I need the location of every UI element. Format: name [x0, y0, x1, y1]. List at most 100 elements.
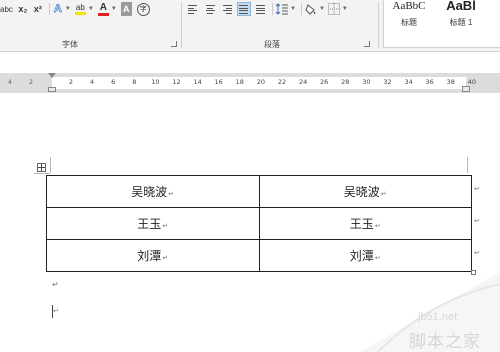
table-cell[interactable]: 刘潭↵ — [258, 239, 472, 272]
superscript-button[interactable]: x² — [33, 2, 43, 16]
chevron-down-icon[interactable]: ▼ — [319, 6, 325, 12]
highlight-button[interactable]: ab — [74, 2, 86, 16]
chevron-down-icon[interactable]: ▼ — [88, 6, 94, 12]
horizontal-ruler[interactable]: 4 2 2 4 6 8 10 12 14 16 18 20 22 24 26 28 30 32 34 36 38 40 — [0, 73, 500, 93]
paragraph-group-row: ▼ ▼ ▼ — [186, 2, 348, 16]
ruler-tick: 2 — [68, 78, 74, 86]
line-spacing-button[interactable] — [276, 2, 288, 16]
cell-text: 吴晓波 — [131, 185, 168, 199]
paragraph-group-label: 段落 — [264, 40, 280, 49]
font-color-button[interactable]: A — [97, 1, 109, 16]
table-row: 吴晓波↵ 吴晓波↵ — [46, 175, 472, 208]
crop-mark — [467, 157, 468, 173]
align-center-button[interactable] — [203, 2, 217, 16]
paragraph-mark: ↵ — [162, 254, 169, 262]
font-color-icon: A — [99, 1, 107, 13]
distributed-button[interactable] — [254, 2, 268, 16]
table-cell[interactable]: 吴晓波↵ — [258, 175, 472, 208]
table-row: 刘潭↵ 刘潭↵ — [46, 239, 472, 272]
ruler-tick: 36 — [425, 78, 434, 86]
text-effects-button[interactable]: A — [53, 2, 63, 16]
table-cell[interactable]: 王玉↵ — [258, 207, 472, 240]
enclose-char-button[interactable]: 字 — [136, 2, 150, 16]
cell-text: 吴晓波 — [343, 185, 380, 199]
divider — [48, 3, 50, 15]
ruler-tick: 34 — [404, 78, 413, 86]
style-name: 标题 — [401, 18, 417, 27]
highlight-color-bar — [74, 12, 86, 15]
ruler-tick: 4 — [7, 78, 13, 86]
font-color-bar — [97, 12, 109, 16]
justify-button[interactable] — [237, 2, 251, 16]
ruler-tick: 2 — [28, 78, 34, 86]
ruler-tick: 4 — [90, 78, 95, 86]
right-indent-marker[interactable] — [462, 86, 470, 92]
paragraph-mark: ↵ — [53, 308, 59, 315]
document-page[interactable]: 吴晓波↵ 吴晓波↵ 王玉↵ 王玉↵ 刘潭↵ 刘潭↵ ↵ ↵ ↵ ↵ ↵ — [0, 93, 500, 352]
table-move-handle[interactable] — [37, 163, 46, 172]
table-cell[interactable]: 王玉↵ — [46, 207, 260, 240]
chevron-down-icon[interactable]: ▼ — [65, 6, 71, 12]
align-right-button[interactable] — [220, 2, 234, 16]
borders-button[interactable] — [327, 2, 340, 16]
paragraph-mark: ↵ — [374, 222, 381, 230]
ruler-tick: 40 — [467, 78, 477, 86]
ruler-tick: 12 — [172, 78, 181, 86]
ruler-tick: 8 — [132, 78, 137, 86]
left-indent-marker[interactable] — [48, 87, 56, 92]
text-effects-icon: A — [53, 3, 63, 16]
font-group-label: 字体 — [62, 40, 78, 49]
row-end-mark: ↵ — [474, 186, 480, 193]
style-heading-1[interactable]: AaBl 标题 1 — [436, 0, 486, 46]
cell-text: 王玉 — [137, 217, 162, 231]
table-row: 王玉↵ 王玉↵ — [46, 207, 472, 240]
highlight-icon: ab — [75, 3, 85, 12]
ruler-tick: 38 — [446, 78, 455, 86]
chevron-down-icon[interactable]: ▼ — [111, 6, 117, 12]
paragraph-mark: ↵ — [52, 280, 59, 289]
ribbon: abc x₂ x² A ▼ ab ▼ A ▼ A 字 字体 ▼ ▼ ▼ 段落 A… — [0, 0, 500, 52]
ruler-tick: 18 — [235, 78, 244, 86]
paragraph-dialog-launcher[interactable] — [364, 41, 370, 47]
divider — [272, 3, 273, 15]
line-spacing-icon — [276, 3, 288, 15]
align-left-button[interactable] — [186, 2, 200, 16]
paragraph-mark: ↵ — [162, 222, 169, 230]
table-resize-handle[interactable] — [471, 270, 476, 275]
document-table[interactable]: 吴晓波↵ 吴晓波↵ 王玉↵ 王玉↵ 刘潭↵ 刘潭↵ — [46, 175, 472, 272]
style-title[interactable]: AaBbC 标题 — [384, 0, 434, 46]
style-sample: AaBl — [446, 0, 476, 13]
chevron-down-icon[interactable]: ▼ — [342, 6, 348, 12]
borders-icon — [327, 3, 340, 15]
ruler-tick: 10 — [151, 78, 160, 86]
ruler-tick: 24 — [298, 78, 308, 86]
first-line-indent-marker[interactable] — [48, 73, 56, 78]
ruler-tick: 22 — [277, 78, 287, 86]
shading-button[interactable] — [305, 2, 317, 16]
ruler-tick: 30 — [362, 78, 371, 86]
ruler-tick: 16 — [214, 78, 223, 86]
chevron-down-icon[interactable]: ▼ — [290, 6, 296, 12]
char-shading-button[interactable]: A — [120, 2, 132, 16]
ruler-tick: 20 — [256, 78, 266, 86]
paragraph-mark: ↵ — [374, 254, 381, 262]
table-cell[interactable]: 刘潭↵ — [46, 239, 260, 272]
divider — [378, 2, 379, 48]
ruler-tick: 6 — [111, 78, 116, 86]
subscript-button[interactable]: x₂ — [18, 2, 28, 16]
style-sample: AaBbC — [392, 0, 426, 12]
table-cell[interactable]: 吴晓波↵ — [46, 175, 260, 208]
clear-format-button[interactable]: abc — [0, 2, 13, 16]
paragraph-mark: ↵ — [168, 190, 175, 198]
ruler-tick: 28 — [341, 78, 350, 86]
style-name: 标题 1 — [449, 18, 473, 27]
ruler-tick: 26 — [320, 78, 329, 86]
divider — [181, 2, 182, 48]
divider — [300, 3, 302, 15]
cell-text: 刘潭 — [137, 249, 162, 263]
font-dialog-launcher[interactable] — [171, 41, 177, 47]
ruler-tick: 14 — [193, 78, 202, 86]
paint-bucket-icon — [305, 4, 316, 15]
styles-gallery: AaBbC 标题 AaBl 标题 1 — [383, 0, 500, 48]
crop-mark — [34, 173, 50, 174]
